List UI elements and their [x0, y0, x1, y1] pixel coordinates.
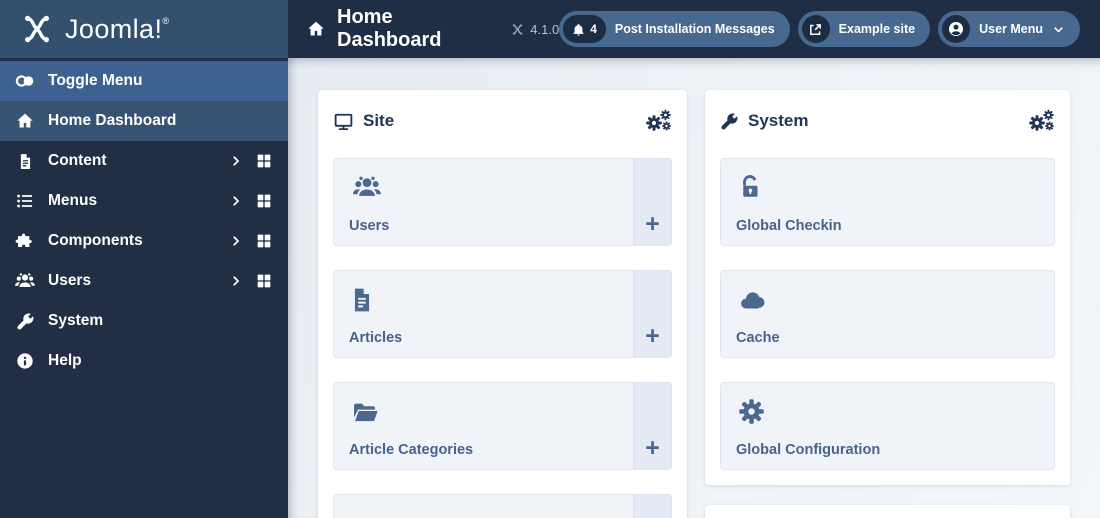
dashboard-grid-icon[interactable] [255, 232, 273, 250]
gear-icon [736, 395, 767, 427]
button-label: User Menu [979, 22, 1043, 36]
wrench-icon [720, 112, 739, 131]
external-link-icon [801, 15, 830, 43]
system-card: System Global Checkin Cache Global Confi… [705, 90, 1070, 485]
home-icon [306, 19, 326, 39]
sidebar-item-menus[interactable]: Menus [0, 181, 288, 221]
sidebar-item-system[interactable]: System [0, 301, 288, 341]
sidebar-item-users[interactable]: Users [0, 261, 288, 301]
chevron-right-icon[interactable] [229, 274, 243, 288]
unlock-icon [736, 171, 765, 203]
card-settings-cogs-icon[interactable] [1028, 109, 1055, 133]
sidebar-item-label: Content [48, 152, 107, 169]
card-title: Site [363, 111, 395, 130]
list-icon [13, 191, 37, 211]
tile-cache[interactable]: Cache [720, 270, 1055, 358]
sidebar-item-help[interactable]: Help [0, 341, 288, 381]
tile-label: Global Checkin [736, 218, 842, 234]
page-title: Home Dashboard [337, 6, 442, 51]
sidebar-item-toggle-menu[interactable]: Toggle Menu [0, 61, 288, 101]
users-group-icon [349, 171, 385, 203]
chevron-down-icon [1052, 23, 1065, 36]
tile-label: Articles [349, 330, 403, 346]
toggle-icon [13, 70, 37, 92]
version-number: 4.1.0 [530, 21, 560, 37]
users-icon [13, 270, 37, 292]
tile-global-checkin[interactable]: Global Checkin [720, 158, 1055, 246]
site-card: Site Users + Articles + Article Categori… [318, 90, 687, 518]
tile-article-categories[interactable]: Article Categories + [333, 382, 672, 470]
sidebar-item-label: Components [48, 232, 143, 249]
main-content: Site Users + Articles + Article Categori… [288, 58, 1100, 518]
sidebar-item-label: Toggle Menu [48, 72, 143, 89]
button-label: Post Installation Messages [614, 22, 775, 36]
brand-name: Joomla!® [65, 13, 170, 44]
cloud-icon [736, 283, 770, 315]
sidebar-item-components[interactable]: Components [0, 221, 288, 261]
add-button[interactable] [633, 494, 672, 518]
sidebar-item-label: Users [48, 272, 92, 289]
trademark: ® [162, 15, 170, 26]
chevron-right-icon[interactable] [229, 194, 243, 208]
sidebar-item-label: Help [48, 352, 82, 369]
notification-badge: 4 [563, 15, 606, 43]
home-icon [13, 111, 37, 131]
desktop-icon [333, 111, 354, 132]
logo-area: Joomla!® [0, 0, 288, 58]
bell-icon [571, 22, 586, 37]
document-icon [13, 152, 37, 171]
tile-label: Article Categories [349, 442, 474, 458]
version-info: 4.1.0 [511, 22, 559, 37]
sidebar-item-label: System [48, 312, 104, 329]
joomla-version-icon [511, 23, 524, 36]
site-card-header: Site [333, 106, 672, 136]
next-card-partial [705, 505, 1070, 518]
info-icon [13, 351, 37, 371]
header-bar: Home Dashboard 4.1.0 4 Post Installation… [288, 0, 1100, 58]
puzzle-icon [13, 231, 37, 251]
tile-users[interactable]: Users + [333, 158, 672, 246]
dashboard-grid-icon[interactable] [255, 152, 273, 170]
card-title: System [748, 111, 809, 130]
button-label: Example site [838, 22, 916, 36]
system-card-header: System [720, 106, 1055, 136]
tile-label: Global Configuration [736, 442, 881, 458]
badge-count: 4 [590, 22, 597, 36]
dashboard-grid-icon[interactable] [255, 272, 273, 290]
dashboard-grid-icon[interactable] [255, 192, 273, 210]
sidebar-item-home-dashboard[interactable]: Home Dashboard [0, 101, 288, 141]
tile-label: Cache [736, 330, 780, 346]
document-icon [349, 283, 375, 315]
chevron-right-icon[interactable] [229, 234, 243, 248]
tile-label: Users [349, 218, 390, 234]
card-settings-cogs-icon[interactable] [645, 109, 672, 133]
post-installation-messages-button[interactable]: 4 Post Installation Messages [559, 11, 790, 47]
site-column: Site Users + Articles + Article Categori… [318, 90, 687, 518]
add-button[interactable]: + [633, 382, 672, 470]
sidebar-menu: Toggle Menu Home Dashboard Content Menus… [0, 58, 288, 518]
sidebar-item-label: Home Dashboard [48, 112, 177, 129]
user-menu-button[interactable]: User Menu [938, 11, 1080, 47]
add-button[interactable]: + [633, 270, 672, 358]
add-button[interactable]: + [633, 158, 672, 246]
joomla-logo-icon [20, 12, 54, 46]
sidebar-item-label: Menus [48, 192, 98, 209]
system-column: System Global Checkin Cache Global Confi… [705, 90, 1070, 518]
tile-articles[interactable]: Articles + [333, 270, 672, 358]
folder-open-icon [349, 395, 382, 427]
tile-partial[interactable] [333, 494, 672, 518]
wrench-icon [13, 312, 37, 331]
chevron-right-icon[interactable] [229, 154, 243, 168]
user-circle-icon [942, 15, 971, 43]
example-site-button[interactable]: Example site [797, 11, 931, 47]
sidebar-item-content[interactable]: Content [0, 141, 288, 181]
tile-global-configuration[interactable]: Global Configuration [720, 382, 1055, 470]
